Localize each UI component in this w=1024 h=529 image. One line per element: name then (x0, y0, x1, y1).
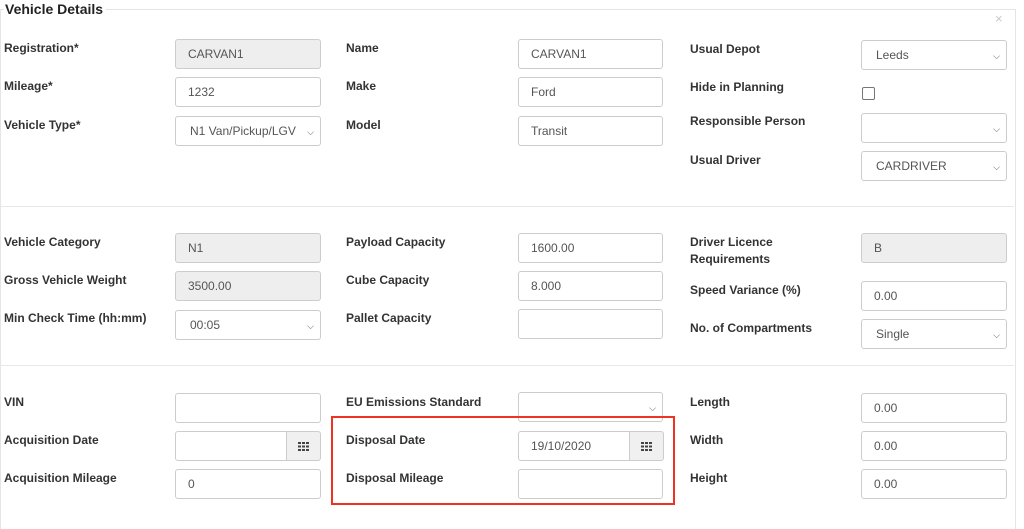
model-label: Model (346, 118, 381, 132)
vehicle-type-select[interactable]: N1 Van/Pickup/LGV ⌵ (175, 116, 321, 146)
vin-label: VIN (4, 395, 25, 409)
compartments-value: Single (876, 327, 910, 341)
registration-label: Registration* (4, 41, 79, 55)
usual-depot-value: Leeds (876, 48, 909, 62)
mileage-input[interactable] (175, 77, 321, 107)
length-label: Length (690, 395, 730, 409)
eu-emissions-label: EU Emissions Standard (346, 395, 482, 409)
acquisition-date-label: Acquisition Date (4, 433, 99, 447)
usual-driver-select[interactable]: CARDRIVER ⌵ (861, 151, 1007, 181)
acquisition-mileage-input[interactable] (175, 469, 321, 499)
compartments-label: No. of Compartments (690, 321, 813, 335)
chevron-down-icon: ⌵ (993, 51, 1000, 61)
vehicle-category-input[interactable] (175, 233, 321, 263)
width-input[interactable] (861, 431, 1007, 461)
usual-driver-label: Usual Driver (690, 153, 761, 167)
usual-depot-label: Usual Depot (690, 42, 761, 56)
compartments-select[interactable]: Single ⌵ (861, 319, 1007, 349)
disposal-mileage-input[interactable] (518, 469, 663, 499)
cube-capacity-label: Cube Capacity (346, 273, 430, 287)
disposal-date-calendar-button[interactable] (629, 431, 664, 461)
pallet-capacity-label: Pallet Capacity (346, 311, 432, 325)
gross-vehicle-weight-input[interactable] (175, 271, 321, 301)
hide-in-planning-checkbox[interactable] (862, 87, 875, 100)
calendar-grid-icon (641, 441, 652, 451)
cube-capacity-input[interactable] (518, 271, 663, 301)
height-input[interactable] (861, 469, 1007, 499)
chevron-down-icon: ⌵ (307, 127, 314, 137)
section-divider (0, 206, 1014, 207)
min-check-time-label: Min Check Time (hh:mm) (4, 311, 147, 325)
close-icon[interactable]: × (995, 11, 1003, 26)
responsible-person-select[interactable]: ⌵ (861, 113, 1007, 143)
payload-capacity-label: Payload Capacity (346, 235, 446, 249)
usual-depot-select[interactable]: Leeds ⌵ (861, 40, 1007, 70)
mileage-label: Mileage* (4, 79, 53, 93)
chevron-down-icon: ⌵ (993, 124, 1000, 134)
section-title: Vehicle Details (4, 1, 107, 17)
eu-emissions-select[interactable]: ⌵ (518, 392, 663, 422)
responsible-person-label: Responsible Person (690, 114, 806, 128)
name-label: Name (346, 41, 379, 55)
registration-input[interactable] (175, 39, 321, 69)
driver-licence-label-line2: Requirements (690, 252, 771, 266)
chevron-down-icon: ⌵ (649, 403, 656, 413)
vehicle-category-label: Vehicle Category (4, 235, 101, 249)
make-label: Make (346, 79, 377, 93)
model-input[interactable] (518, 116, 663, 146)
section-divider (0, 365, 1014, 366)
calendar-grid-icon (298, 441, 309, 451)
disposal-date-label: Disposal Date (346, 433, 426, 447)
make-input[interactable] (518, 77, 663, 107)
usual-driver-value: CARDRIVER (876, 159, 947, 173)
acquisition-date-input[interactable] (175, 431, 287, 461)
disposal-date-input[interactable] (518, 431, 630, 461)
min-check-time-select[interactable]: 00:05 ⌵ (175, 310, 321, 340)
width-label: Width (690, 433, 724, 447)
name-input[interactable] (518, 39, 663, 69)
speed-variance-input[interactable] (861, 281, 1007, 311)
chevron-down-icon: ⌵ (993, 162, 1000, 172)
acquisition-date-calendar-button[interactable] (286, 431, 321, 461)
driver-licence-input[interactable] (861, 233, 1007, 263)
vehicle-type-label: Vehicle Type* (4, 118, 81, 132)
chevron-down-icon: ⌵ (307, 321, 314, 331)
pallet-capacity-input[interactable] (518, 309, 663, 339)
length-input[interactable] (861, 393, 1007, 423)
vin-input[interactable] (175, 393, 321, 423)
payload-capacity-input[interactable] (518, 233, 663, 263)
speed-variance-label: Speed Variance (%) (690, 283, 801, 297)
gross-vehicle-weight-label: Gross Vehicle Weight (4, 273, 127, 287)
driver-licence-label-line1: Driver Licence (690, 235, 773, 249)
disposal-mileage-label: Disposal Mileage (346, 471, 444, 485)
vehicle-type-value: N1 Van/Pickup/LGV (190, 124, 296, 138)
height-label: Height (690, 471, 728, 485)
hide-in-planning-label: Hide in Planning (690, 80, 785, 94)
chevron-down-icon: ⌵ (993, 330, 1000, 340)
acquisition-mileage-label: Acquisition Mileage (4, 471, 117, 485)
min-check-time-value: 00:05 (190, 318, 221, 332)
